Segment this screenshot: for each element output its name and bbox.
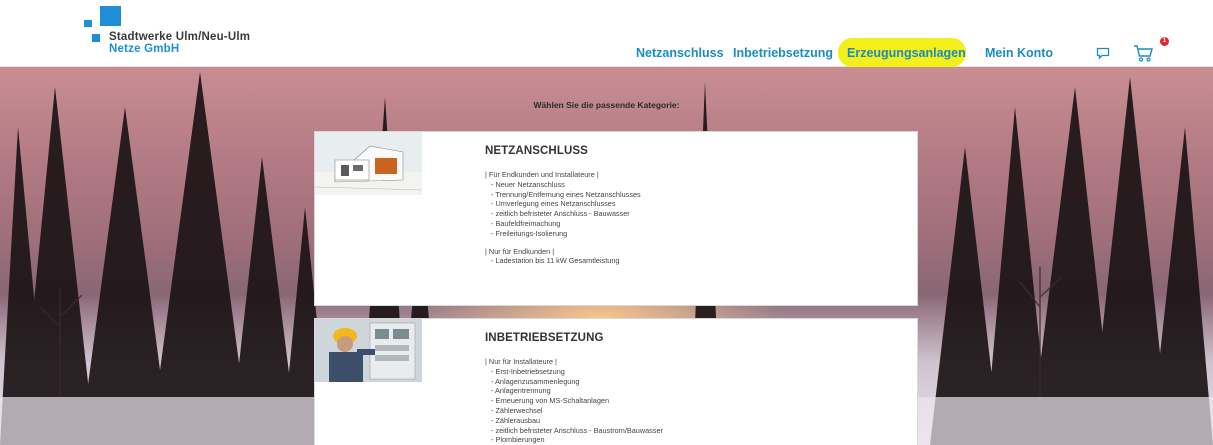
list-item: - Trennung/Entfernung eines Netzanschlus…	[491, 189, 641, 199]
cart-count-badge: 1	[1160, 37, 1169, 46]
card-description: | Nur für Installateure | - Erst-Inbetri…	[485, 357, 663, 445]
logo-square-small	[84, 20, 92, 27]
logo-square-small	[92, 34, 100, 42]
audience-label: | Für Endkunden und Installateure |	[485, 170, 599, 179]
card-title: NETZANSCHLUSS	[485, 145, 588, 157]
list-item: - Erneuerung von MS-Schaltanlagen	[491, 396, 610, 406]
nav-item-netzanschluss[interactable]: Netzanschluss	[636, 46, 724, 60]
list-item: - Ladestation bis 11 kW Gesamtleistung	[491, 256, 620, 266]
hero-section: Wählen Sie die passende Kategorie: NETZA…	[0, 67, 1213, 445]
category-card-netzanschluss[interactable]: NETZANSCHLUSS | Für Endkunden und Instal…	[314, 131, 918, 306]
house-image	[315, 132, 422, 195]
logo-square-large	[100, 6, 121, 26]
audience-label: | Nur für Endkunden |	[485, 246, 555, 256]
list-item: - Umverlegung eines Netzanschlusses	[491, 199, 616, 209]
list-item: - Baufeldfreimachung	[491, 218, 561, 228]
list-item: - Plombierungen	[491, 435, 545, 445]
page-heading: Wählen Sie die passende Kategorie:	[533, 100, 680, 110]
list-item: - zeitlich befristeter Anschluss - Baust…	[491, 425, 663, 435]
main-navigation: Netzanschluss Inbetriebsetzung Erzeugung…	[0, 46, 1213, 62]
list-item: - Neuer Netzanschluss	[491, 179, 565, 189]
list-item: - zeitlich befristeter Anschluss - Bauwa…	[491, 209, 630, 219]
card-title: INBETRIEBSETZUNG	[485, 332, 604, 344]
card-description: | Für Endkunden und Installateure | - Ne…	[485, 170, 641, 266]
shopping-cart-icon[interactable]	[1133, 43, 1155, 63]
electrician-image	[315, 319, 422, 382]
list-item: - Zählerausbau	[491, 415, 541, 425]
logo-company-name: Stadtwerke Ulm/Neu-Ulm	[109, 31, 251, 43]
site-header: Stadtwerke Ulm/Neu-Ulm Netze GmbH Netzan…	[0, 0, 1213, 67]
category-card-inbetriebsetzung[interactable]: INBETRIEBSETZUNG | Nur für Installateure…	[314, 318, 918, 445]
nav-item-erzeugungsanlagen[interactable]: Erzeugungsanlagen	[847, 46, 966, 60]
nav-item-mein-konto[interactable]: Mein Konto	[985, 46, 1053, 60]
list-item: - Anlagenzusammenlegung	[491, 376, 580, 386]
list-item: - Zählerwechsel	[491, 405, 543, 415]
chat-icon[interactable]	[1096, 46, 1110, 60]
list-item: - Anlagentrennung	[491, 386, 551, 396]
list-item: - Freileitungs-Isolierung	[491, 228, 568, 238]
list-item: - Erst-Inbetriebsetzung	[491, 366, 565, 376]
nav-item-inbetriebsetzung[interactable]: Inbetriebsetzung	[733, 46, 833, 60]
audience-label: | Nur für Installateure |	[485, 357, 557, 366]
